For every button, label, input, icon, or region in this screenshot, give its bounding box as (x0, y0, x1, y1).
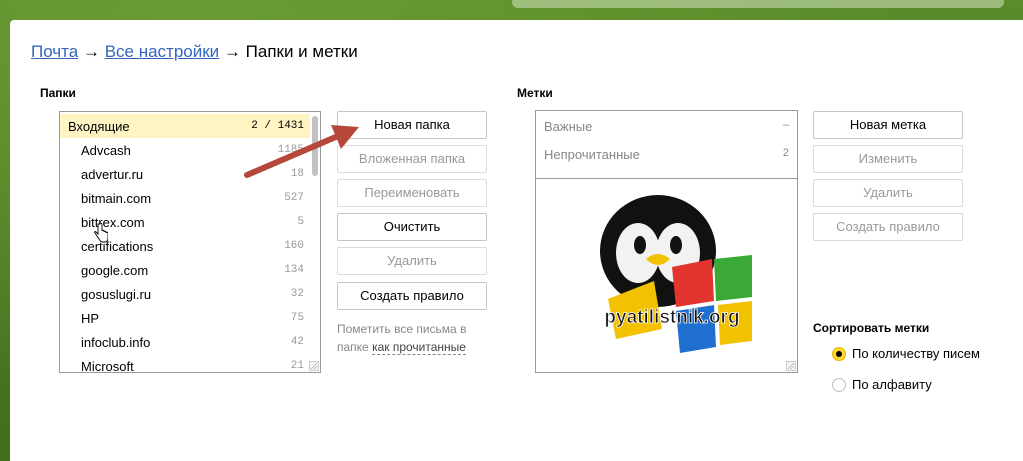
new-label-button[interactable]: Новая метка (813, 111, 963, 139)
folder-name: certifications (81, 238, 154, 254)
sort-option-label: По алфавиту (852, 377, 932, 392)
label-name: Важные (544, 119, 593, 134)
resize-handle-icon[interactable] (786, 361, 796, 371)
label-name: Непрочитанные (544, 147, 640, 162)
sort-by-count-option[interactable]: По количеству писем (832, 346, 980, 361)
resize-handle-icon[interactable] (309, 361, 319, 371)
breadcrumb: Почта → Все настройки → Папки и метки (31, 42, 358, 62)
edit-label-button[interactable]: Изменить (813, 145, 963, 173)
radio-unchecked-icon[interactable] (832, 377, 846, 392)
sort-option-label: По количеству писем (852, 346, 980, 361)
folder-item[interactable]: infoclub.info 42 (60, 330, 310, 354)
label-item-unread[interactable]: Непрочитанные 2 (536, 140, 797, 168)
folder-name: Advcash (81, 142, 131, 158)
sort-labels-title: Сортировать метки (813, 321, 930, 335)
folders-title: Папки (40, 86, 76, 100)
delete-label-button[interactable]: Удалить (813, 179, 963, 207)
mark-read-hint: Пометить все письма в папке как прочитан… (337, 320, 487, 356)
mark-read-link[interactable]: как прочитанные (372, 340, 466, 355)
top-bar (512, 0, 1004, 8)
create-label-rule-button[interactable]: Создать правило (813, 213, 963, 241)
folder-name: advertur.ru (81, 166, 144, 182)
label-item-important[interactable]: Важные – (536, 112, 797, 140)
breadcrumb-current: Папки и метки (245, 42, 358, 61)
folder-item[interactable]: google.com 134 (60, 258, 310, 282)
folder-item[interactable]: HP 75 (60, 306, 310, 330)
watermark-text: pyatilistnik.org (604, 307, 739, 328)
penguin-logo-icon: pyatilistnik.org (600, 195, 752, 353)
delete-folder-button[interactable]: Удалить (337, 247, 487, 275)
folder-count: 32 (290, 288, 304, 300)
folder-name: HP (81, 310, 100, 326)
folder-name: google.com (81, 262, 149, 278)
folder-name: bitmain.com (81, 190, 152, 206)
create-folder-rule-button[interactable]: Создать правило (337, 282, 487, 310)
folder-name: infoclub.info (81, 334, 151, 350)
folder-count: 21 (290, 360, 304, 372)
folder-name: gosuslugi.ru (81, 286, 152, 302)
folder-name: bittrex.com (81, 214, 145, 230)
folder-item[interactable]: gosuslugi.ru 32 (60, 282, 310, 306)
folder-item[interactable]: Microsoft 21 (60, 354, 310, 373)
folder-count: 42 (290, 336, 304, 348)
settings-panel: Почта → Все настройки → Папки и метки Па… (10, 20, 1023, 461)
label-count: – (782, 119, 789, 131)
folder-name: Microsoft (81, 358, 134, 373)
folder-count: 527 (284, 192, 304, 204)
folder-item[interactable]: bitmain.com 527 (60, 186, 310, 210)
folder-count: 134 (284, 264, 304, 276)
labels-title: Метки (517, 86, 553, 100)
labels-divider (536, 178, 797, 179)
label-count: 2 (782, 147, 789, 159)
clear-button[interactable]: Очистить (337, 213, 487, 241)
sort-alphabetical-option[interactable]: По алфавиту (832, 377, 932, 392)
hand-cursor-icon (94, 223, 108, 243)
folder-count: 160 (284, 240, 304, 252)
annotation-arrow-icon (244, 125, 359, 178)
breadcrumb-arrow: → (223, 42, 241, 61)
radio-checked-icon[interactable] (832, 346, 846, 361)
breadcrumb-mail-link[interactable]: Почта (31, 42, 78, 61)
labels-list[interactable]: Важные – Непрочитанные 2 pyatilistnik.or… (535, 110, 798, 373)
folder-count: 5 (297, 216, 304, 228)
breadcrumb-all-settings-link[interactable]: Все настройки (105, 42, 219, 61)
breadcrumb-arrow: → (82, 42, 100, 61)
folder-count: 75 (290, 312, 304, 324)
folder-name: Входящие (68, 118, 130, 134)
